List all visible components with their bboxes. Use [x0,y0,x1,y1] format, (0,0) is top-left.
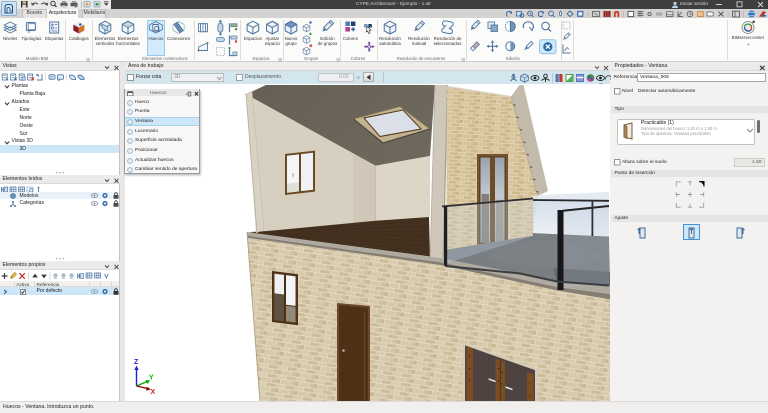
svg-text:Y: Y [149,375,154,382]
svg-text:X: X [151,389,156,396]
svg-text:Z: Z [134,359,139,366]
